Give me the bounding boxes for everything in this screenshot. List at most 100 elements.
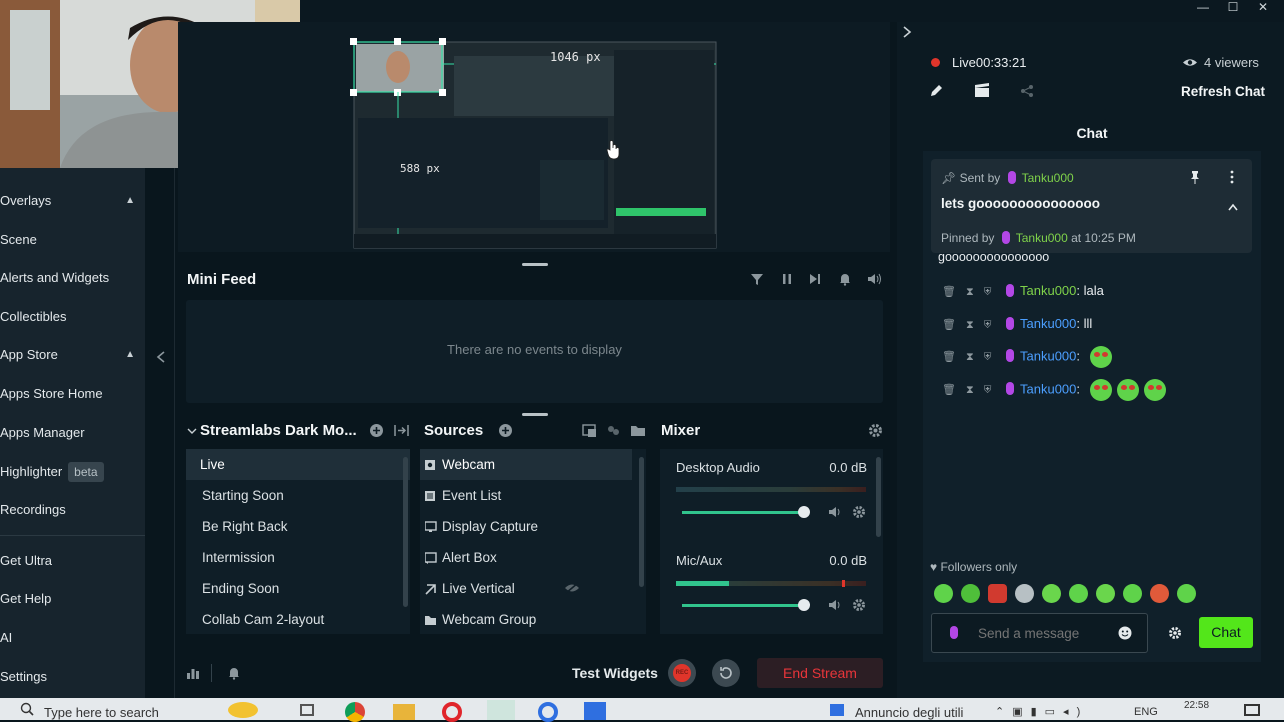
emoji-icon[interactable] (1118, 626, 1132, 640)
maximize-button[interactable]: ☐ (1220, 0, 1246, 14)
chevron-up-icon[interactable]: ▲ (125, 186, 135, 216)
close-button[interactable]: ✕ (1250, 0, 1276, 14)
stats-icon[interactable] (186, 666, 200, 680)
notification-center-icon[interactable] (1244, 704, 1260, 716)
mute-icon[interactable] (828, 505, 842, 519)
notification-bell-icon[interactable] (227, 666, 241, 680)
stream-preview[interactable]: 1046 px 588 px (178, 22, 890, 252)
replay-buffer-button[interactable] (712, 659, 740, 687)
sidebar-item-scene[interactable]: Scene (0, 225, 145, 255)
scene-item-live[interactable]: Live (186, 449, 410, 480)
source-window-icon[interactable] (582, 423, 597, 438)
scrollbar[interactable] (639, 457, 644, 587)
chevron-up-icon[interactable]: ▲ (125, 340, 135, 370)
scrollbar[interactable] (876, 457, 881, 537)
test-widgets-button[interactable]: Test Widgets (572, 665, 658, 681)
source-group-icon[interactable] (606, 423, 621, 438)
opera-icon[interactable] (442, 702, 462, 722)
mod-actions-icons[interactable]: 🗑︎⧗⛨ (942, 316, 1006, 334)
volume-slider-thumb[interactable] (798, 506, 810, 518)
scene-item[interactable]: Intermission (186, 542, 275, 573)
channel-settings-icon[interactable] (852, 505, 866, 519)
emote-icon[interactable] (1096, 584, 1115, 603)
chevron-down-icon[interactable] (187, 426, 197, 436)
taskbar-clock[interactable]: 22:58 (1184, 700, 1209, 711)
chat-input-box[interactable] (931, 613, 1148, 653)
app-icon[interactable] (584, 702, 606, 720)
folder-icon[interactable] (630, 423, 646, 438)
emote-bar[interactable] (934, 584, 1204, 604)
emote-icon[interactable] (988, 584, 1007, 603)
mod-actions-icons[interactable]: 🗑︎⧗⛨ (942, 381, 1006, 399)
visibility-off-icon[interactable] (564, 582, 580, 594)
mute-icon[interactable] (828, 598, 842, 612)
resize-handle[interactable] (522, 263, 548, 266)
source-item[interactable]: Display Capture (420, 511, 538, 542)
mod-actions-icons[interactable]: 🗑︎⧗⛨ (942, 348, 1006, 366)
language-indicator[interactable]: ENG (1134, 706, 1158, 718)
sidebar-item-settings[interactable]: Settings (0, 662, 145, 692)
unpin-icon[interactable] (1190, 170, 1200, 184)
minimize-button[interactable]: — (1190, 0, 1216, 14)
volume-slider-thumb[interactable] (798, 599, 810, 611)
collapse-pinned-icon[interactable] (1228, 203, 1238, 211)
add-source-icon[interactable] (498, 423, 513, 438)
source-item-webcam[interactable]: Webcam (420, 449, 632, 480)
emote-icon[interactable] (1015, 584, 1034, 603)
volume-icon[interactable] (867, 272, 883, 286)
chat-username[interactable]: Tanku000 (1020, 381, 1076, 396)
tray-icons[interactable]: ⌃▣▮▭◂) (995, 705, 1088, 718)
bell-icon[interactable] (838, 272, 852, 286)
emote-icon[interactable] (1150, 584, 1169, 603)
scene-transition-icon[interactable] (394, 423, 409, 438)
sidebar-item-apps-store-home[interactable]: Apps Store Home (0, 379, 145, 409)
channel-settings-icon[interactable] (852, 598, 866, 612)
scene-collection-title[interactable]: Streamlabs Dark Mo... (200, 422, 357, 439)
chrome-icon[interactable] (345, 702, 365, 722)
share-icon[interactable] (1020, 84, 1034, 98)
search-icon[interactable] (20, 702, 34, 716)
pause-icon[interactable] (780, 272, 794, 286)
file-explorer-icon[interactable] (393, 704, 415, 720)
scene-item[interactable]: Collab Cam 2-layout (186, 604, 324, 635)
edit-stream-icon[interactable] (929, 83, 944, 98)
task-view-icon[interactable] (300, 704, 314, 716)
sidebar-item-recordings[interactable]: Recordings (0, 495, 145, 525)
record-button[interactable]: REC (668, 659, 696, 687)
skip-icon[interactable] (808, 272, 822, 286)
refresh-chat-button[interactable]: Refresh Chat (1181, 84, 1265, 99)
mixer-settings-icon[interactable] (868, 423, 883, 438)
sidebar-item-app-store[interactable]: App Store ▲ (0, 340, 145, 370)
scrollbar[interactable] (403, 457, 408, 607)
sidebar-item-highlighter[interactable]: Highlighter beta (0, 457, 145, 487)
sidebar-item-alerts-widgets[interactable]: Alerts and Widgets (0, 263, 145, 293)
widget-icon[interactable] (228, 702, 258, 718)
send-chat-button[interactable]: Chat (1199, 617, 1253, 648)
collapse-sidebar-icon[interactable] (155, 350, 167, 364)
taskbar-notice[interactable]: Annuncio degli utili (855, 705, 963, 720)
chat-message-input[interactable] (978, 623, 1118, 643)
taskbar-search[interactable]: Type here to search (44, 705, 159, 720)
emote-icon[interactable] (934, 584, 953, 603)
sidebar-item-collectibles[interactable]: Collectibles (0, 302, 145, 332)
sidebar-item-get-ultra[interactable]: Get Ultra (0, 546, 145, 576)
browser-icon[interactable] (538, 702, 558, 722)
source-item[interactable]: Webcam Group (420, 604, 536, 635)
more-options-icon[interactable] (1230, 170, 1234, 184)
collapse-chat-icon[interactable] (902, 25, 912, 39)
scene-item[interactable]: Ending Soon (186, 573, 279, 604)
sidebar-item-get-help[interactable]: Get Help (0, 584, 145, 614)
streamlabs-taskbar-icon[interactable] (487, 700, 515, 720)
scene-item[interactable]: Starting Soon (186, 480, 284, 511)
resize-handle-2[interactable] (522, 413, 548, 416)
mod-actions-icons[interactable]: 🗑︎⧗⛨ (942, 283, 1006, 301)
chat-username[interactable]: Tanku000 (1020, 348, 1076, 363)
emote-icon[interactable] (1177, 584, 1196, 603)
sidebar-item-overlays[interactable]: Overlays ▲ (0, 186, 145, 216)
chat-username[interactable]: Tanku000 (1020, 283, 1076, 298)
emote-icon[interactable] (1069, 584, 1088, 603)
clip-icon[interactable] (974, 83, 990, 98)
emote-icon[interactable] (1123, 584, 1142, 603)
news-icon[interactable] (830, 704, 844, 716)
filter-icon[interactable] (750, 272, 764, 286)
